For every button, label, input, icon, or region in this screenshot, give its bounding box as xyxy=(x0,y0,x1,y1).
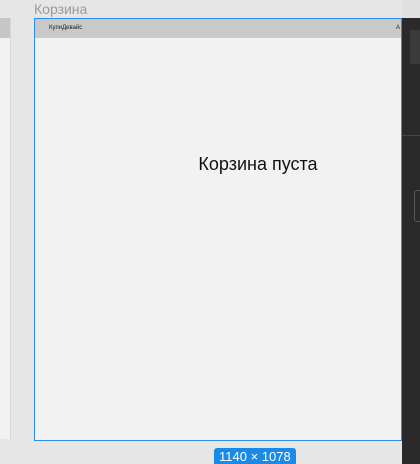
artboard-size-badge: 1140 × 1078 xyxy=(214,448,296,464)
panel-input-field[interactable] xyxy=(414,190,420,222)
panel-top-area xyxy=(402,0,420,18)
panel-divider xyxy=(402,135,420,136)
properties-panel[interactable] xyxy=(402,0,420,464)
adjacent-artboard-edge xyxy=(10,18,11,439)
header-right-text: A xyxy=(395,25,400,31)
panel-tab[interactable] xyxy=(410,30,420,64)
design-canvas[interactable]: Корзина КупиДевайс A Корзина пуста 1140 … xyxy=(0,0,420,464)
empty-cart-message: Корзина пуста xyxy=(198,154,318,174)
artboard-title[interactable]: Корзина xyxy=(34,1,87,17)
site-header: КупиДевайс A xyxy=(35,19,401,38)
site-logo: КупиДевайс xyxy=(49,25,83,31)
cart-artboard[interactable]: КупиДевайс A Корзина пуста xyxy=(35,19,401,440)
